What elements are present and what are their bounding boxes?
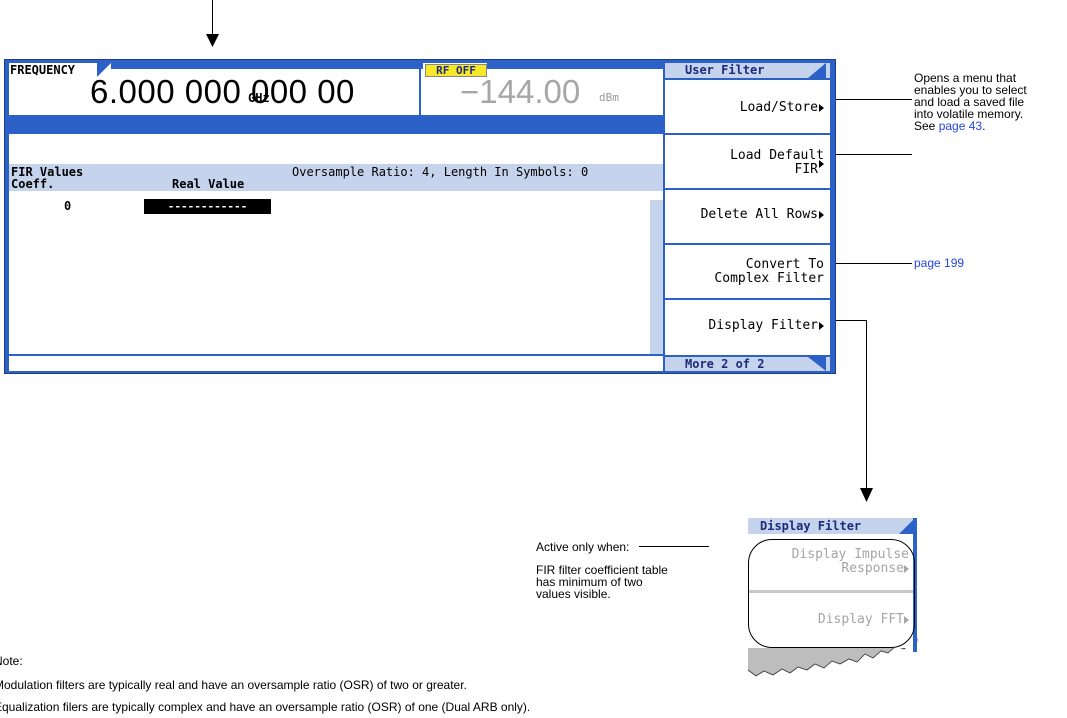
load-store-note-line: See page 43. bbox=[914, 120, 1064, 132]
amplitude-divider bbox=[419, 63, 421, 115]
page-43-link[interactable]: page 43 bbox=[939, 119, 982, 133]
amplitude-tab-bar bbox=[487, 63, 663, 69]
display-filter-callout-line bbox=[836, 320, 867, 321]
load-default-label-line2: FIR bbox=[794, 162, 818, 177]
display-filter-softkey[interactable]: Display Filter bbox=[665, 300, 830, 355]
amplitude-value[interactable]: −144.00 bbox=[460, 73, 580, 111]
submenu-arrow-icon bbox=[819, 159, 824, 168]
fir-table bbox=[9, 164, 663, 354]
amplitude-unit: dBm bbox=[599, 91, 619, 104]
frequency-unit: GHz bbox=[248, 91, 270, 105]
submenu-arrow-icon bbox=[819, 103, 824, 112]
display-filter-label: Display Filter bbox=[708, 318, 818, 333]
load-store-callout-line bbox=[836, 99, 912, 100]
pointer-arrowhead bbox=[206, 34, 219, 47]
more-indicator-slant bbox=[808, 357, 826, 371]
delete-all-rows-label: Delete All Rows bbox=[700, 207, 818, 222]
display-filter-menu-title: Display Filter bbox=[748, 518, 915, 534]
convert-callout-line bbox=[836, 263, 912, 264]
column-header-coeff: Coeff. bbox=[11, 177, 55, 191]
softkey-title-slant bbox=[808, 63, 826, 78]
frequency-label: FREQUENCY bbox=[10, 63, 76, 77]
load-store-softkey[interactable]: Load/Store bbox=[665, 80, 830, 133]
note-label: Note: bbox=[0, 654, 23, 668]
display-filter-connector bbox=[866, 320, 867, 490]
load-default-callout-line bbox=[836, 154, 912, 155]
submenu-arrow-icon bbox=[819, 321, 824, 330]
softkey-menu-title: User Filter bbox=[665, 63, 830, 78]
active-only-callout-line bbox=[639, 546, 709, 547]
convert-label-line2: Complex Filter bbox=[714, 271, 824, 286]
load-default-fir-softkey[interactable]: Load Default FIR bbox=[665, 135, 830, 188]
note-modulation-filters: Modulation filters are typically real an… bbox=[0, 678, 467, 692]
load-default-label-line1: Load Default bbox=[730, 148, 824, 163]
active-only-heading: Active only when: bbox=[536, 540, 630, 554]
active-only-conditions: FIR filter coefficient table has minimum… bbox=[536, 564, 736, 600]
table-row-index: 0 bbox=[64, 199, 72, 213]
display-filter-arrowhead bbox=[860, 488, 873, 502]
page-199-link[interactable]: page 199 bbox=[914, 257, 964, 269]
load-store-label: Load/Store bbox=[739, 100, 818, 115]
message-area bbox=[9, 134, 663, 164]
frequency-tab-bar bbox=[111, 63, 423, 69]
delete-all-rows-softkey[interactable]: Delete All Rows bbox=[665, 190, 830, 243]
condition-line: values visible. bbox=[536, 587, 611, 601]
note-equalization-filters: Equalization filers are typically comple… bbox=[0, 700, 531, 714]
submenu-arrow-icon bbox=[819, 210, 824, 219]
table-row-value-cell[interactable]: ------------ bbox=[144, 199, 271, 214]
pointer-line bbox=[212, 0, 213, 36]
active-state-highlight-oval bbox=[748, 539, 915, 648]
more-indicator[interactable]: More 2 of 2 bbox=[665, 357, 830, 371]
oversample-info: Oversample Ratio: 4, Length In Symbols: … bbox=[292, 165, 589, 179]
convert-to-complex-filter-softkey[interactable]: Convert To Complex Filter bbox=[665, 245, 830, 298]
load-store-note: Opens a menu that enables you to select … bbox=[914, 72, 1064, 132]
see-text: See bbox=[914, 119, 936, 133]
frequency-value[interactable]: 6.000 000 000 00 bbox=[90, 73, 355, 111]
status-strip bbox=[9, 356, 663, 371]
table-scrollbar[interactable] bbox=[650, 200, 663, 354]
convert-label-line1: Convert To bbox=[745, 257, 824, 272]
period-text: . bbox=[982, 119, 986, 133]
column-header-real-value: Real Value bbox=[172, 177, 245, 191]
